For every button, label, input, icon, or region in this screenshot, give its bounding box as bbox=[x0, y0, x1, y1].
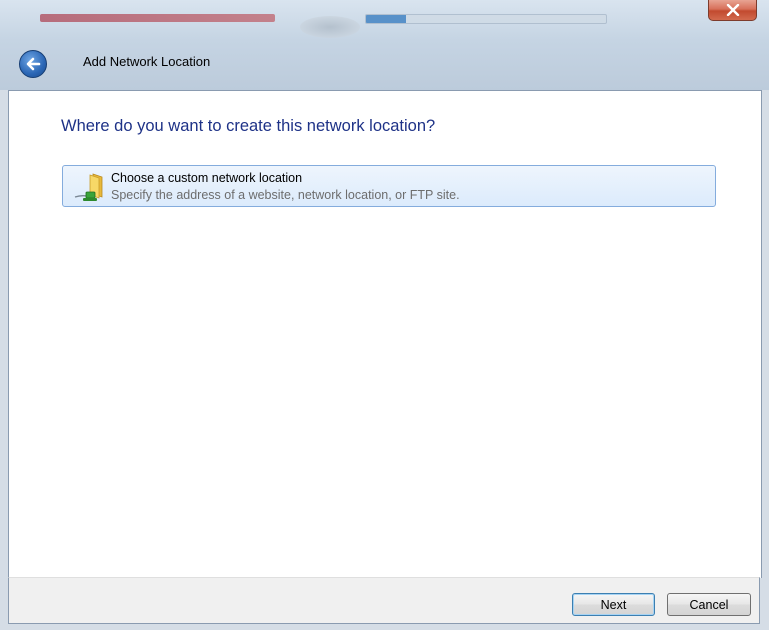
background-drive-bar bbox=[40, 14, 275, 22]
title-bar: Add Network Location bbox=[0, 0, 769, 90]
cancel-button[interactable]: Cancel bbox=[667, 593, 751, 616]
back-arrow-icon bbox=[26, 57, 41, 71]
next-button[interactable]: Next bbox=[572, 593, 655, 616]
wizard-content: Where do you want to create this network… bbox=[8, 90, 762, 578]
window-title: Add Network Location bbox=[83, 54, 211, 69]
page-heading: Where do you want to create this network… bbox=[61, 117, 436, 135]
option-description: Specify the address of a website, networ… bbox=[111, 188, 460, 202]
network-folder-icon bbox=[74, 173, 103, 201]
background-drive-bar bbox=[365, 14, 607, 24]
close-icon bbox=[726, 4, 739, 16]
wizard-footer: Next Cancel bbox=[8, 577, 760, 624]
option-custom-network-location[interactable]: Choose a custom network location Specify… bbox=[62, 165, 716, 207]
close-button[interactable] bbox=[708, 0, 757, 21]
background-drive-icon bbox=[300, 16, 360, 38]
back-button[interactable] bbox=[19, 50, 47, 78]
option-label: Choose a custom network location bbox=[111, 171, 303, 185]
